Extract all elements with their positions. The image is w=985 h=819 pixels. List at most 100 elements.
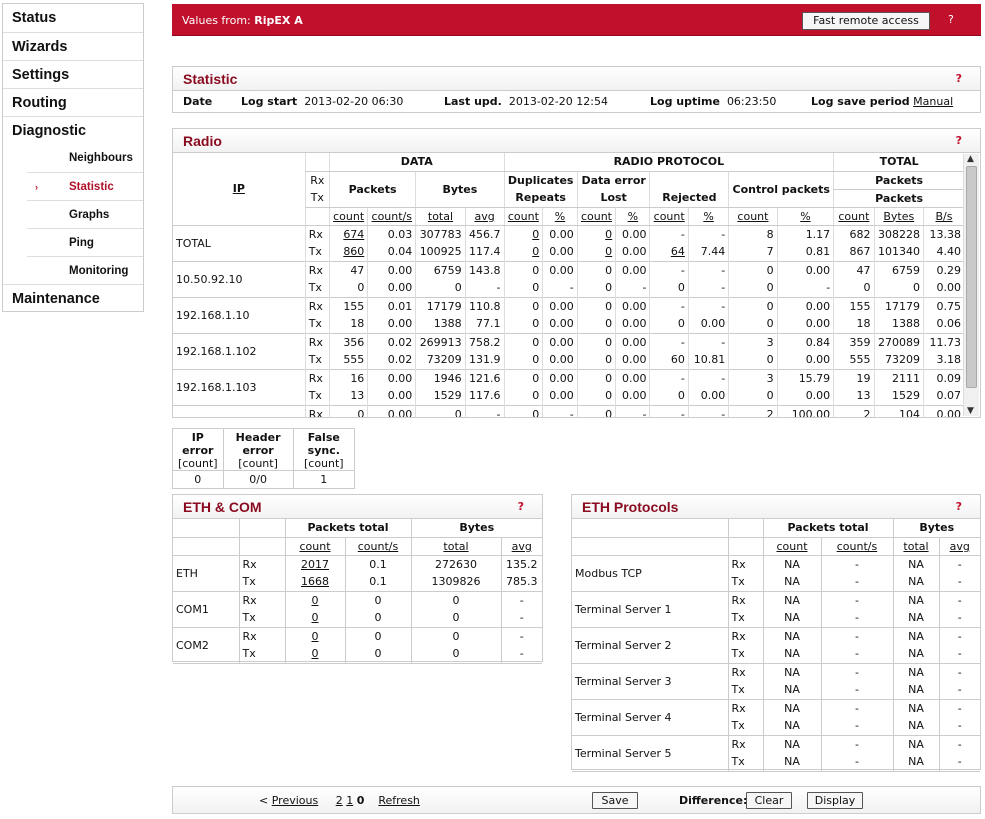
radio-col-2[interactable]: total [415, 207, 466, 226]
radio-col-10[interactable]: count [728, 207, 778, 226]
radio-col-9[interactable]: % [687, 207, 729, 226]
menu-ping[interactable]: Ping [27, 228, 143, 256]
cell[interactable]: 1668 [284, 573, 345, 592]
log-save-period-link[interactable]: Manual [913, 95, 953, 108]
menu-wizards[interactable]: Wizards [3, 32, 143, 60]
hdr-tx: Tx [304, 189, 330, 208]
radio-col-3[interactable]: avg [464, 207, 505, 226]
page-2-link[interactable]: 2 [336, 794, 343, 807]
cell[interactable]: 0 [503, 225, 543, 243]
cell: NA [892, 735, 939, 753]
cell: - [687, 332, 729, 351]
cell[interactable]: 0 [576, 225, 616, 243]
radio-col-14[interactable]: B/s [923, 207, 964, 226]
menu-routing[interactable]: Routing [3, 88, 143, 116]
cell: NA [762, 663, 821, 681]
eth-com-col-avg[interactable]: avg [500, 537, 542, 556]
cell[interactable]: 2017 [284, 555, 345, 573]
radio-scrollbar[interactable]: ▲ ▼ [963, 154, 979, 416]
eth-protocols-col-total[interactable]: total [892, 537, 939, 556]
col-ip[interactable]: IP [173, 153, 306, 226]
menu-graphs[interactable]: Graphs [27, 200, 143, 228]
page-1-link[interactable]: 1 [346, 794, 353, 807]
eth-protocols-col-avg[interactable]: avg [938, 537, 980, 556]
cell: 0.00 [687, 315, 729, 333]
radio-col-13[interactable]: Bytes [873, 207, 924, 226]
cell: 0.00 [687, 387, 729, 405]
menu-monitoring[interactable]: Monitoring [27, 256, 143, 284]
cell: 3 [728, 332, 778, 351]
eth-protocols-help-icon[interactable]: ? [956, 500, 962, 513]
cell: - [938, 753, 980, 772]
menu-statistic[interactable]: › Statistic [27, 172, 143, 200]
ethproto-row: Terminal Server 1 Rx NA - NA - [572, 591, 980, 628]
cell[interactable]: 0 [284, 645, 345, 664]
display-button[interactable]: Display [807, 792, 863, 809]
cell: 0 [728, 351, 778, 369]
eth-com-col-total[interactable]: total [410, 537, 501, 556]
eth-com-col-count[interactable]: count [284, 537, 345, 556]
menu-diagnostic[interactable]: Diagnostic [3, 116, 143, 144]
radio-col-7[interactable]: % [615, 207, 650, 226]
radio-panel: Radio ? IP DATA RADIO PROTOCOL TOTAL Rx … [172, 128, 981, 418]
scroll-thumb[interactable] [966, 166, 977, 388]
eth-protocols-col-count[interactable]: count [762, 537, 821, 556]
cell: 0 [576, 368, 616, 387]
cell: - [820, 681, 893, 700]
cell[interactable]: 0 [503, 243, 543, 261]
eth-com-help-icon[interactable]: ? [518, 500, 524, 513]
statistic-help-icon[interactable]: ? [956, 72, 962, 85]
menu-neighbours[interactable]: Neighbours [27, 144, 143, 172]
radio-col-5[interactable]: % [542, 207, 578, 226]
eth-protocols-col-count-s[interactable]: count/s [820, 537, 893, 556]
cell: - [938, 591, 980, 609]
cell: 0 [728, 279, 778, 297]
refresh-link[interactable]: Refresh [378, 794, 420, 807]
cell[interactable]: 0 [284, 591, 345, 609]
radio-col-4[interactable]: count [503, 207, 543, 226]
cell: 0.00 [615, 387, 650, 405]
radio-col-12[interactable]: count [833, 207, 875, 226]
menu-maintenance[interactable]: Maintenance [3, 284, 143, 312]
cell[interactable]: 0 [576, 243, 616, 261]
menu-status[interactable]: Status [3, 4, 143, 32]
eth-com-panel: ETH & COM ? Packets total Bytes count co… [172, 494, 543, 664]
cell: 19 [833, 368, 875, 387]
cell: 0 [576, 351, 616, 369]
radio-col-1[interactable]: count/s [367, 207, 416, 226]
cell: 100.00 [776, 404, 834, 417]
cell[interactable]: 674 [328, 225, 368, 243]
fast-remote-access-button[interactable]: Fast remote access [802, 12, 930, 30]
cell: 0 [728, 260, 778, 279]
cell: 0 [649, 279, 689, 297]
cell[interactable]: 860 [328, 243, 368, 261]
help-icon[interactable]: ? [948, 13, 954, 26]
cell: 0.00 [542, 387, 578, 405]
scroll-down-icon[interactable]: ▼ [967, 406, 974, 416]
radio-col-8[interactable]: count [649, 207, 689, 226]
eth-com-col-count-s[interactable]: count/s [344, 537, 411, 556]
radio-col-0[interactable]: count [328, 207, 368, 226]
cell: 1309826 [410, 573, 501, 592]
cell[interactable]: 64 [649, 243, 689, 261]
cell: - [938, 663, 980, 681]
clear-button[interactable]: Clear [746, 792, 792, 809]
menu-settings[interactable]: Settings [3, 60, 143, 88]
scroll-up-icon[interactable]: ▲ [967, 154, 974, 164]
cell[interactable]: 0 [284, 609, 345, 628]
previous-link[interactable]: Previous [272, 794, 319, 807]
cell: 0.00 [615, 368, 650, 387]
radio-col-11[interactable]: % [776, 207, 834, 226]
cell: 0.06 [923, 315, 964, 333]
radio-table-scroll[interactable]: IP DATA RADIO PROTOCOL TOTAL Rx Packets … [173, 153, 964, 417]
save-button[interactable]: Save [592, 792, 638, 809]
radio-help-icon[interactable]: ? [956, 134, 962, 147]
radio-col-6[interactable]: count [576, 207, 616, 226]
hdr-bytes: Bytes [415, 171, 505, 208]
cell: 100925 [415, 243, 466, 261]
cell: 0.00 [615, 332, 650, 351]
cell[interactable]: 0 [284, 627, 345, 645]
eth-protocols-packets-total: Packets total [762, 519, 893, 538]
table-row: Rx 0 0.00 0-0-0- - -2 100.00 2 104 0.00 [173, 404, 964, 417]
cell: 0.00 [923, 279, 964, 297]
